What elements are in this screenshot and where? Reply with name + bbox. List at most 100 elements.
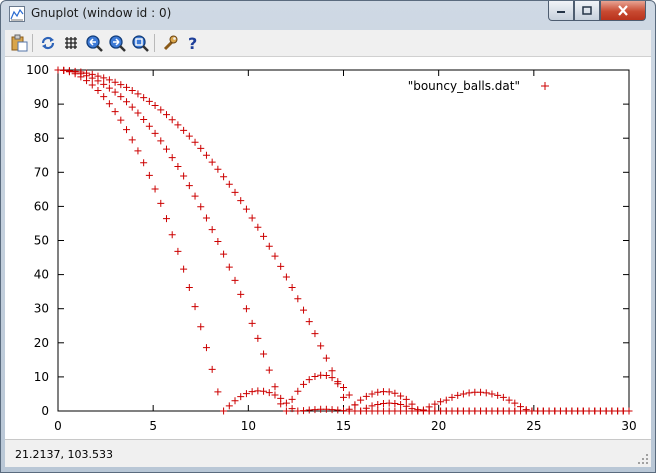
y-tick-label: 10 — [34, 370, 49, 384]
data-point — [305, 318, 313, 326]
autoscale-button[interactable] — [130, 33, 150, 53]
x-tick-label: 25 — [526, 419, 541, 433]
close-icon — [618, 5, 628, 16]
options-button[interactable] — [160, 33, 180, 53]
data-point — [174, 247, 182, 255]
data-point — [208, 226, 216, 234]
data-point — [482, 389, 490, 397]
replot-button[interactable] — [38, 33, 58, 53]
data-point — [288, 284, 296, 292]
refresh-icon — [41, 36, 55, 50]
data-point — [265, 242, 273, 250]
legend-label: "bouncy_balls.dat" — [408, 79, 520, 93]
y-tick-label: 50 — [34, 234, 49, 248]
data-point — [151, 129, 159, 137]
data-point — [123, 126, 131, 134]
data-point — [214, 165, 222, 173]
data-point — [465, 389, 473, 397]
data-point — [180, 265, 188, 273]
y-tick-label: 40 — [34, 268, 49, 282]
data-point — [385, 388, 393, 396]
window-title: Gnuplot (window id : 0) — [31, 6, 172, 20]
data-point — [522, 406, 530, 414]
data-point — [185, 132, 193, 140]
toolbar-separator — [32, 34, 33, 52]
maximize-button[interactable] — [574, 1, 600, 21]
close-button[interactable] — [600, 1, 646, 21]
data-point — [88, 81, 96, 89]
data-point — [237, 197, 245, 205]
legend-marker — [541, 82, 549, 90]
data-point — [340, 383, 347, 391]
data-point — [402, 395, 410, 403]
data-point — [357, 396, 365, 404]
data-point — [145, 171, 153, 179]
data-point — [88, 70, 96, 78]
zoom-previous-button[interactable] — [84, 33, 104, 53]
toolbar-separator — [154, 34, 155, 52]
data-point — [625, 407, 633, 415]
data-point — [260, 387, 268, 395]
data-point — [202, 344, 210, 352]
y-tick-label: 20 — [34, 336, 49, 350]
data-point — [128, 86, 136, 94]
data-point — [517, 403, 525, 411]
data-point — [459, 390, 467, 398]
data-point — [248, 214, 256, 222]
plot-area[interactable]: 0 5 10 15 20 25 30 0 10 20 30 40 50 60 70 80 90 100 "bounc… — [5, 57, 651, 439]
zoom-next-icon — [109, 35, 126, 52]
data-point — [180, 126, 188, 134]
data-point — [105, 100, 113, 108]
data-point — [231, 397, 239, 405]
x-tick-label: 20 — [431, 419, 446, 433]
data-point — [214, 388, 222, 396]
y-tick-label: 90 — [34, 97, 49, 111]
data-point — [282, 273, 290, 281]
resize-grip-icon[interactable] — [637, 453, 649, 465]
data-point — [65, 67, 73, 75]
data-point — [260, 350, 268, 358]
data-point — [374, 401, 382, 409]
data-point — [117, 116, 125, 124]
data-point — [300, 407, 308, 415]
gnuplot-app-icon[interactable] — [9, 6, 25, 22]
data-point — [391, 399, 399, 407]
data-point — [157, 137, 165, 145]
data-point — [197, 203, 205, 211]
help-button[interactable]: ? — [183, 33, 203, 53]
data-point — [117, 93, 125, 101]
title-bar[interactable]: Gnuplot (window id : 0) — [1, 1, 655, 29]
grid-button[interactable] — [61, 33, 81, 53]
data-point — [351, 401, 359, 409]
data-point — [225, 263, 233, 271]
y-tick-label: 30 — [34, 302, 49, 316]
data-point — [151, 101, 159, 109]
data-point — [111, 88, 119, 96]
toolbar: ? — [5, 30, 651, 57]
data-point — [157, 199, 165, 207]
clipboard-icon — [11, 34, 28, 52]
data-point — [282, 399, 290, 407]
data-point — [220, 173, 228, 181]
minimize-button[interactable] — [548, 1, 574, 21]
data-point — [157, 106, 165, 114]
data-point — [197, 144, 205, 152]
data-point — [202, 151, 210, 159]
data-point — [220, 407, 228, 415]
data-point — [271, 252, 279, 260]
x-tick-label: 15 — [336, 419, 351, 433]
x-tick-label: 30 — [621, 419, 636, 433]
copy-to-clipboard-button[interactable] — [9, 33, 29, 53]
data-point — [419, 406, 427, 414]
data-point — [311, 330, 319, 338]
data-point — [271, 383, 279, 391]
zoom-next-button[interactable] — [107, 33, 127, 53]
bouncy-balls-chart[interactable]: 0 5 10 15 20 25 30 0 10 20 30 40 50 60 70 80 90 100 "bounc… — [5, 57, 651, 439]
data-point — [100, 80, 108, 88]
data-point — [214, 238, 222, 246]
data-point — [265, 366, 273, 374]
data-point — [134, 90, 142, 98]
data-point — [140, 159, 148, 167]
data-point — [311, 373, 319, 381]
wrench-icon — [163, 35, 178, 51]
